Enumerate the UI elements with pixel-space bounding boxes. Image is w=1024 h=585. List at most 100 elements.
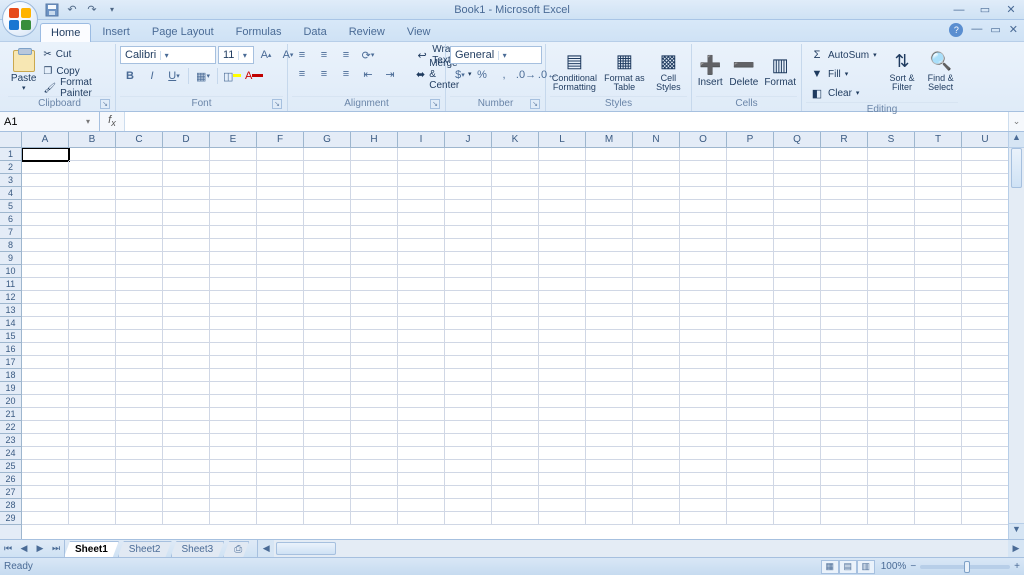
cell[interactable] — [539, 486, 586, 499]
cell[interactable] — [586, 369, 633, 382]
close-button[interactable]: ✕ — [998, 2, 1024, 18]
cell[interactable] — [69, 187, 116, 200]
column-header[interactable]: G — [304, 132, 351, 147]
column-header[interactable]: S — [868, 132, 915, 147]
cell[interactable] — [586, 239, 633, 252]
column-header[interactable]: L — [539, 132, 586, 147]
cell[interactable] — [774, 421, 821, 434]
cell[interactable] — [257, 447, 304, 460]
cell[interactable] — [304, 317, 351, 330]
cell[interactable] — [962, 512, 1008, 525]
cell[interactable] — [351, 213, 398, 226]
cell[interactable] — [304, 447, 351, 460]
row-header[interactable]: 29 — [0, 512, 21, 525]
cell[interactable] — [257, 369, 304, 382]
cell[interactable] — [633, 252, 680, 265]
cell[interactable] — [915, 434, 962, 447]
cell[interactable] — [116, 291, 163, 304]
column-header[interactable]: E — [210, 132, 257, 147]
cell[interactable] — [398, 278, 445, 291]
cell[interactable] — [116, 265, 163, 278]
cell[interactable] — [633, 421, 680, 434]
cell[interactable] — [257, 421, 304, 434]
fill-button[interactable]: ▼Fill▾ — [806, 65, 881, 83]
cell[interactable] — [586, 382, 633, 395]
mdi-minimize-button[interactable]: — — [971, 23, 982, 37]
cell[interactable] — [398, 161, 445, 174]
cell[interactable] — [633, 239, 680, 252]
cell[interactable] — [445, 512, 492, 525]
cell[interactable] — [69, 512, 116, 525]
cell[interactable] — [915, 447, 962, 460]
cell[interactable] — [586, 265, 633, 278]
cell[interactable] — [821, 200, 868, 213]
cell[interactable] — [727, 161, 774, 174]
cell[interactable] — [398, 343, 445, 356]
cell[interactable] — [210, 395, 257, 408]
cell[interactable] — [774, 369, 821, 382]
row-header[interactable]: 16 — [0, 343, 21, 356]
cell[interactable] — [22, 278, 69, 291]
cell[interactable] — [210, 200, 257, 213]
cell[interactable] — [539, 408, 586, 421]
cell[interactable] — [116, 395, 163, 408]
increase-indent-button[interactable]: ⇥ — [380, 65, 400, 83]
cell[interactable] — [727, 213, 774, 226]
cell[interactable] — [821, 395, 868, 408]
cell[interactable] — [445, 434, 492, 447]
save-icon[interactable] — [44, 2, 60, 18]
cell[interactable] — [257, 356, 304, 369]
cell[interactable] — [586, 447, 633, 460]
cell[interactable] — [398, 473, 445, 486]
cell[interactable] — [210, 252, 257, 265]
sheet-tab[interactable]: Sheet3 — [171, 541, 225, 557]
cell[interactable] — [163, 226, 210, 239]
cell[interactable] — [257, 278, 304, 291]
cell[interactable] — [821, 148, 868, 161]
cell[interactable] — [351, 512, 398, 525]
cell[interactable] — [304, 291, 351, 304]
cell[interactable] — [774, 252, 821, 265]
cell[interactable] — [868, 356, 915, 369]
cell[interactable] — [492, 278, 539, 291]
cell[interactable] — [398, 460, 445, 473]
cell[interactable] — [539, 278, 586, 291]
cell[interactable] — [915, 278, 962, 291]
cell[interactable] — [915, 291, 962, 304]
cell[interactable] — [915, 265, 962, 278]
cell[interactable] — [962, 226, 1008, 239]
row-header[interactable]: 8 — [0, 239, 21, 252]
orientation-button[interactable]: ⟳▾ — [358, 46, 378, 64]
cell[interactable] — [116, 434, 163, 447]
cell[interactable] — [445, 278, 492, 291]
cell[interactable] — [821, 226, 868, 239]
cell[interactable] — [868, 382, 915, 395]
cell[interactable] — [163, 317, 210, 330]
cell[interactable] — [915, 499, 962, 512]
name-box-dropdown[interactable]: ▾ — [80, 117, 96, 126]
cell[interactable] — [821, 278, 868, 291]
cell[interactable] — [351, 421, 398, 434]
cell[interactable] — [163, 473, 210, 486]
cell[interactable] — [163, 161, 210, 174]
cell[interactable] — [116, 460, 163, 473]
cell[interactable] — [163, 460, 210, 473]
cell[interactable] — [116, 408, 163, 421]
cell[interactable] — [398, 447, 445, 460]
cell[interactable] — [398, 148, 445, 161]
cell[interactable] — [163, 330, 210, 343]
cell[interactable] — [727, 447, 774, 460]
cell[interactable] — [868, 408, 915, 421]
cells-area[interactable] — [22, 148, 1008, 539]
cell[interactable] — [304, 200, 351, 213]
cell[interactable] — [445, 317, 492, 330]
cell[interactable] — [398, 499, 445, 512]
cell[interactable] — [163, 343, 210, 356]
cell[interactable] — [304, 382, 351, 395]
cell[interactable] — [351, 499, 398, 512]
cell[interactable] — [492, 226, 539, 239]
cell[interactable] — [116, 343, 163, 356]
cell[interactable] — [116, 382, 163, 395]
cell[interactable] — [539, 148, 586, 161]
cell[interactable] — [163, 252, 210, 265]
